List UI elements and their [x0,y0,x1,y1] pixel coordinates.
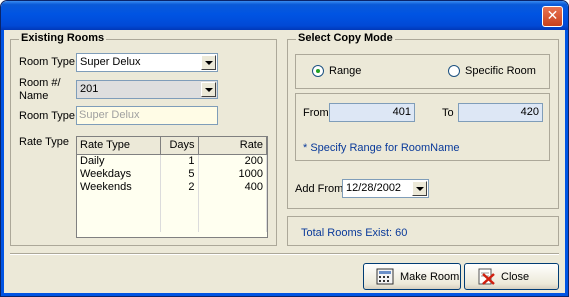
from-input[interactable]: 401 [329,103,415,122]
close-label: Close [501,271,530,283]
cell-rate-type: Weekdays [77,167,161,180]
room-name-label: Room #/ Name [19,77,61,102]
range-label[interactable]: Range [329,65,361,77]
copy-mode-legend: Select Copy Mode [296,32,395,44]
existing-rooms-legend: Existing Rooms [19,32,107,44]
grid-header-row: Rate Type Days Rate [77,137,267,155]
specific-room-label[interactable]: Specific Room [465,65,536,77]
close-doc-icon [478,268,495,285]
add-from-date-picker[interactable]: 12/28/2002 [342,179,429,198]
dialog-window: ✕ Existing Rooms Room Type Super Delux R… [0,0,569,297]
chevron-down-icon[interactable] [412,181,427,196]
chevron-down-icon[interactable] [201,55,216,70]
range-radio[interactable] [312,65,324,77]
table-row [77,206,267,219]
col-rate[interactable]: Rate [198,137,267,155]
calculator-icon [376,268,394,285]
cell-days: 5 [160,167,199,180]
from-value: 401 [392,106,411,118]
table-row [77,219,267,232]
make-room-label: Make Room [400,271,460,283]
cell-rate-type: Weekends [77,180,161,193]
to-value: 420 [520,106,539,118]
title-bar: ✕ [1,1,568,30]
total-rooms-status: Total Rooms Exist: 60 [301,227,408,239]
cell-rate: 200 [198,154,267,167]
room-name-select[interactable]: 201 [76,80,218,99]
make-room-button[interactable]: Make Room [363,263,461,290]
cell-rate: 400 [198,180,267,193]
table-row[interactable]: Daily 1 200 [77,154,267,167]
title-close-button[interactable]: ✕ [542,6,563,27]
to-label: To [442,107,454,119]
chevron-down-icon[interactable] [201,82,216,97]
cell-days: 1 [160,154,199,167]
table-row [77,193,267,206]
room-name-value: 201 [80,83,99,95]
table-row[interactable]: Weekdays 5 1000 [77,167,267,180]
add-from-value: 12/28/2002 [346,182,402,194]
cell-rate: 1000 [198,167,267,180]
cell-days: 2 [160,180,199,193]
bottom-divider [10,253,559,255]
range-hint: * Specify Range for RoomName [303,142,460,154]
to-input[interactable]: 420 [458,103,543,122]
room-type-value: Super Delux [80,56,141,68]
rate-grid[interactable]: Rate Type Days Rate Daily 1 200 Weekdays… [76,136,268,238]
table-row[interactable]: Weekends 2 400 [77,180,267,193]
from-label: From [303,107,329,119]
room-type-field-value: Super Delux [79,109,140,121]
close-button[interactable]: Close [464,263,559,290]
room-type-field[interactable]: Super Delux [76,106,218,125]
rate-type-label: Rate Type [19,136,69,148]
cell-rate-type: Daily [77,154,161,167]
add-from-label: Add From [295,183,344,195]
room-type-label: Room Type [19,56,76,68]
room-type2-label: Room Type [19,110,76,122]
col-rate-type[interactable]: Rate Type [77,137,161,155]
col-days[interactable]: Days [160,137,199,155]
close-icon: ✕ [546,8,559,24]
specific-room-radio[interactable] [448,65,460,77]
room-type-select[interactable]: Super Delux [76,53,218,72]
